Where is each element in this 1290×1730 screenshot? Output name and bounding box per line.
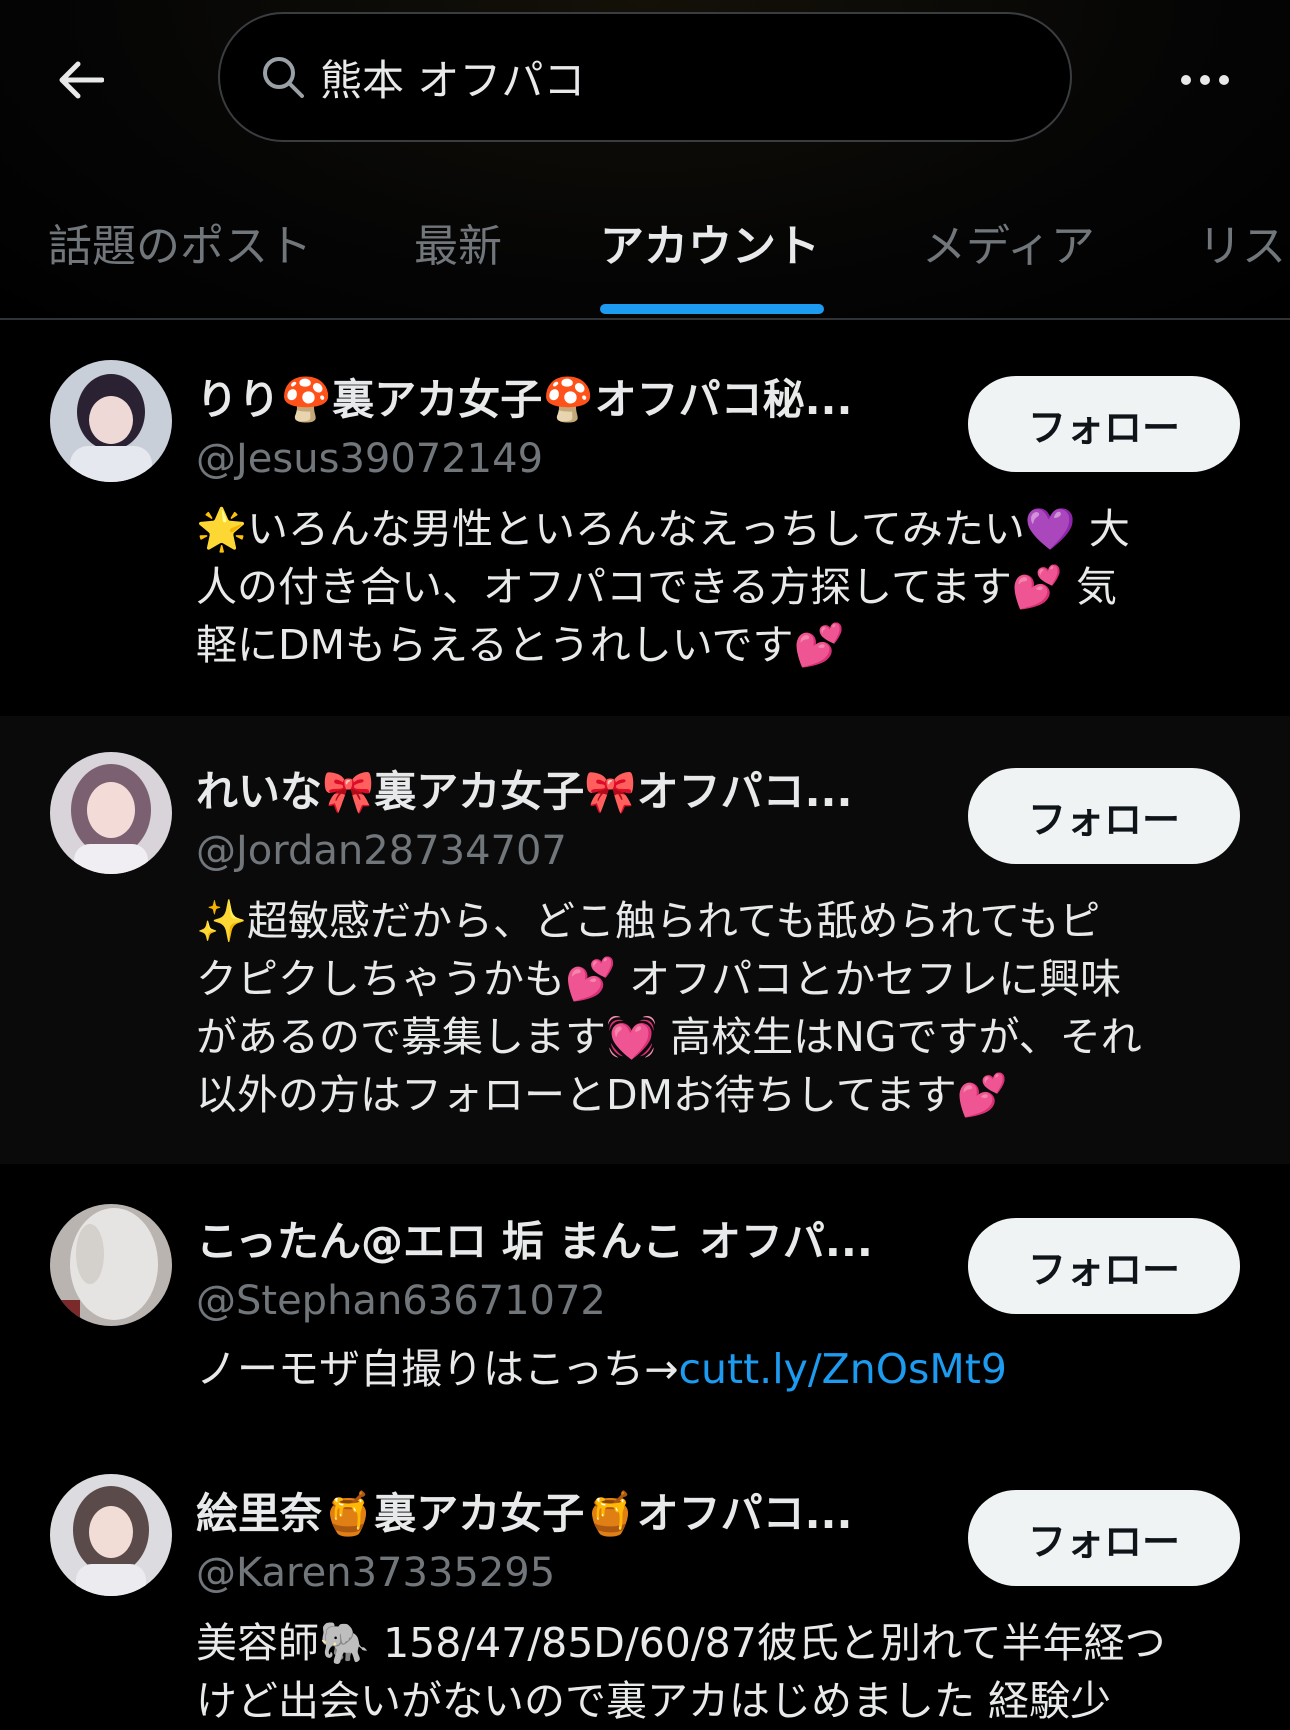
bio-line: 美容師🐘 158/47/85D/60/87彼氏と別れて半年経つ (196, 1619, 1166, 1667)
search-input[interactable]: 熊本 オフパコ (218, 12, 1072, 142)
account-name[interactable]: 絵里奈🍯裏アカ女子🍯オフパコ... (196, 1480, 916, 1541)
bio-line: 🌟いろんな男性といろんなえっちしてみたい💜 大 (196, 505, 1130, 553)
bio-line: があるので募集します💓 高校生はNGですが、それ (196, 1013, 1142, 1061)
tab-accounts[interactable]: アカウント (600, 210, 820, 274)
avatar[interactable] (50, 1204, 172, 1326)
account-bio: ノーモザ自撮りはこっち→cutt.ly/ZnOsMt9 (196, 1340, 1246, 1398)
tab-top-posts[interactable]: 話題のポスト (48, 210, 312, 274)
account-row[interactable]: れいな🎀裏アカ女子🎀オフパコ... @Jordan28734707 ✨超敏感だか… (0, 716, 1290, 1164)
avatar[interactable] (50, 360, 172, 482)
avatar[interactable] (50, 1474, 172, 1596)
account-handle: @Jesus39072149 (196, 436, 544, 482)
active-tab-indicator (600, 304, 824, 314)
back-button[interactable] (40, 40, 120, 120)
search-query: 熊本 オフパコ (320, 55, 586, 105)
avatar[interactable] (50, 752, 172, 874)
tab-latest[interactable]: 最新 (414, 210, 502, 274)
bio-line: 人の付き合い、オフパコできる方探してます💕 気 (196, 563, 1117, 611)
account-row[interactable]: 絵里奈🍯裏アカ女子🍯オフパコ... @Karen37335295 美容師🐘 15… (0, 1464, 1290, 1725)
account-bio: ✨超敏感だから、どこ触られても舐められてもピ クピクしちゃうかも💕 オフパコとか… (196, 892, 1246, 1124)
search-tabs: 話題のポスト 最新 アカウント メディア リス (0, 190, 1290, 318)
account-handle: @Stephan63671072 (196, 1278, 606, 1324)
account-row[interactable]: りり🍄裏アカ女子🍄オフパコ秘... @Jesus39072149 🌟いろんな男性… (0, 320, 1290, 716)
account-name[interactable]: こったん@エロ 垢 まんこ オフパ... (196, 1208, 916, 1269)
bio-line: ✨超敏感だから、どこ触られても舐められてもピ (196, 897, 1101, 945)
account-bio: 美容師🐘 158/47/85D/60/87彼氏と別れて半年経つ けど出会いがない… (196, 1614, 1246, 1730)
account-name[interactable]: れいな🎀裏アカ女子🎀オフパコ... (196, 758, 916, 819)
bio-line: クピクしちゃうかも💕 オフパコとかセフレに興味 (196, 955, 1122, 1003)
follow-button[interactable]: フォロー (968, 1218, 1240, 1314)
tab-lists[interactable]: リス (1198, 210, 1286, 274)
bio-link[interactable]: cutt.ly/ZnOsMt9 (678, 1345, 1006, 1393)
back-arrow-icon (59, 61, 104, 99)
account-name[interactable]: りり🍄裏アカ女子🍄オフパコ秘... (196, 366, 916, 427)
follow-button[interactable]: フォロー (968, 768, 1240, 864)
more-options-button[interactable] (1170, 40, 1240, 120)
search-icon (260, 54, 306, 100)
more-dots-icon (1181, 75, 1229, 85)
top-bar: 熊本 オフパコ 話題のポスト 最新 アカウント メディア リス (0, 0, 1290, 320)
account-handle: @Jordan28734707 (196, 828, 567, 874)
account-row[interactable]: こったん@エロ 垢 まんこ オフパ... @Stephan63671072 ノー… (0, 1164, 1290, 1464)
account-bio: 🌟いろんな男性といろんなえっちしてみたい💜 大 人の付き合い、オフパコできる方探… (196, 500, 1246, 674)
bio-line: 以外の方はフォローとDMお待ちしてます💕 (196, 1071, 1008, 1119)
account-handle: @Karen37335295 (196, 1550, 556, 1596)
bio-line: 軽にDMもらえるとうれしいです💕 (196, 621, 845, 669)
follow-button[interactable]: フォロー (968, 1490, 1240, 1586)
bio-line: けど出会いがないので裏アカはじめました 経験少 (196, 1677, 1112, 1725)
follow-button[interactable]: フォロー (968, 376, 1240, 472)
tab-media[interactable]: メディア (922, 210, 1095, 274)
bio-text: ノーモザ自撮りはこっち→ (196, 1345, 679, 1393)
